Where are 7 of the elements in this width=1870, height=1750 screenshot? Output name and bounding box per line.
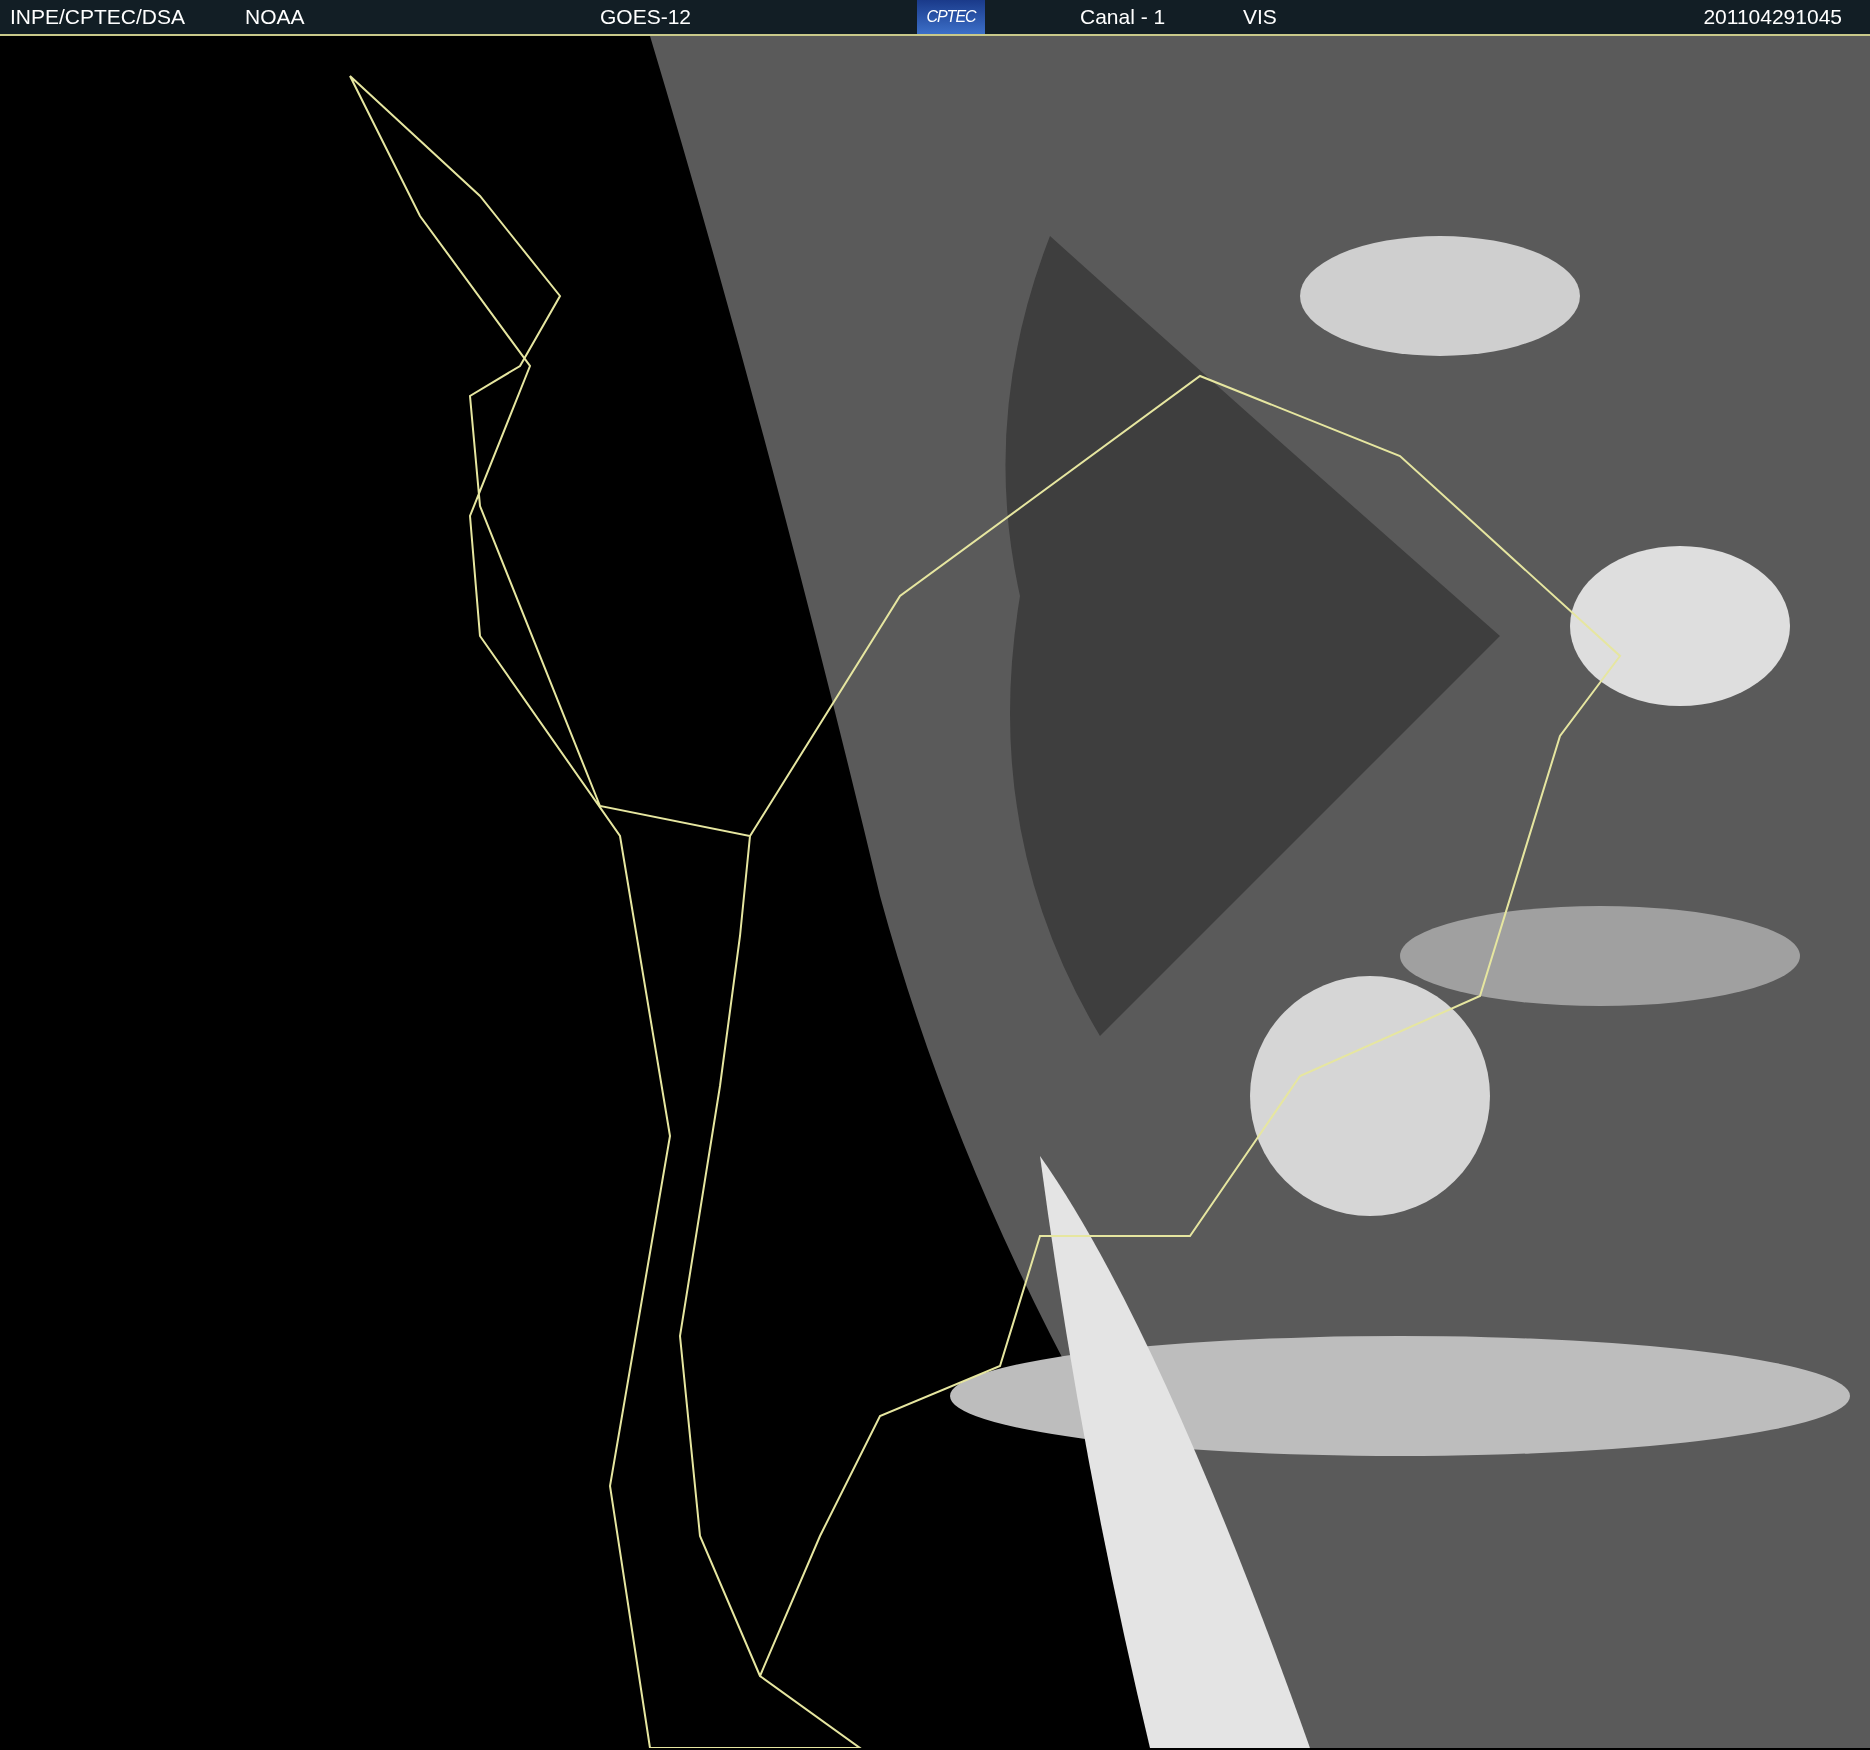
agency-label: NOAA bbox=[245, 4, 306, 31]
timestamp-label: 201104291045 bbox=[1702, 4, 1843, 31]
satellite-label: GOES-12 bbox=[600, 4, 693, 31]
logo: CPTEC bbox=[917, 0, 985, 34]
source-label: INPE/CPTEC/DSA bbox=[9, 4, 187, 31]
channel-label: Canal - 1 bbox=[1080, 4, 1167, 31]
band-label: VIS bbox=[1243, 4, 1278, 31]
